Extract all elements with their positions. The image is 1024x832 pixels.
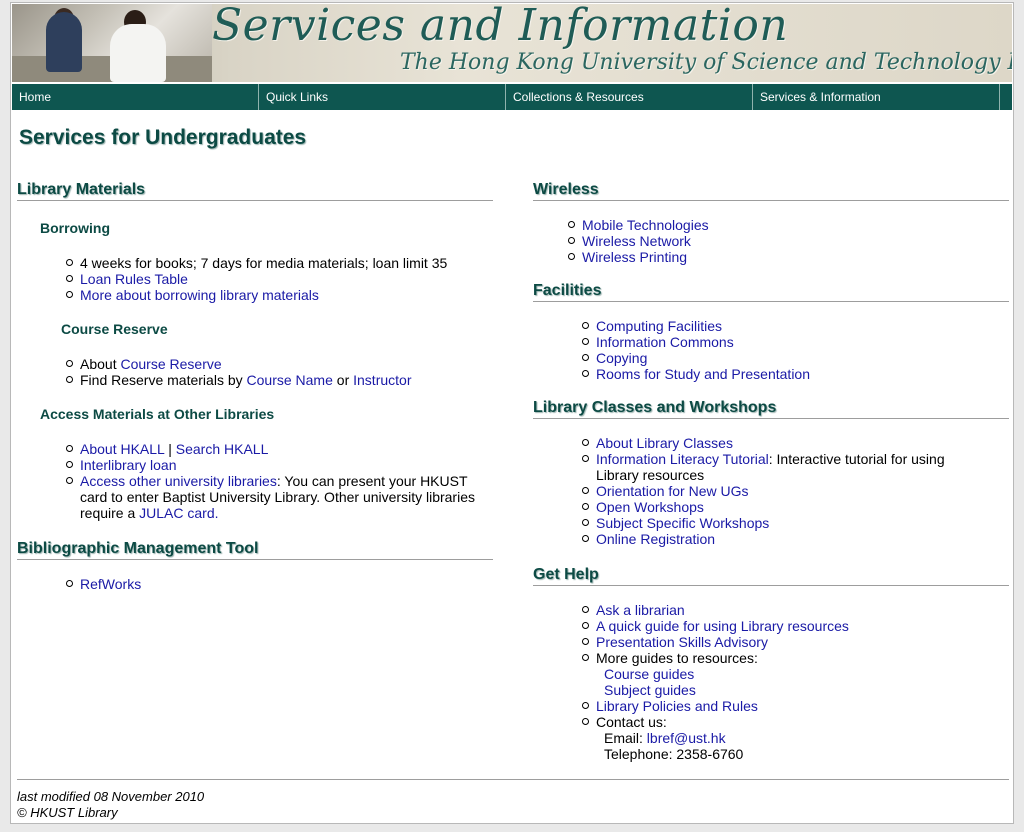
policies-link[interactable]: Library Policies and Rules xyxy=(596,698,758,714)
classes-list: About Library Classes Information Litera… xyxy=(582,435,966,547)
banner-photo xyxy=(12,4,212,82)
about-classes-link[interactable]: About Library Classes xyxy=(596,435,733,451)
list-item: Subject Specific Workshops xyxy=(582,515,966,531)
telephone-text: Telephone: 2358-6760 xyxy=(604,746,744,762)
presentation-skills-link[interactable]: Presentation Skills Advisory xyxy=(596,634,768,650)
list-item: About Course Reserve xyxy=(66,356,493,372)
ilt-link[interactable]: Information Literacy Tutorial xyxy=(596,451,769,467)
nav-quick-links[interactable]: Quick Links xyxy=(259,84,506,110)
access-other-libraries-link[interactable]: Access other university libraries xyxy=(80,473,277,489)
list-item: More guides to resources: Course guides … xyxy=(582,650,1009,698)
list-item: Contact us: Email: lbref@ust.hk Telephon… xyxy=(582,714,1009,762)
list-item: Loan Rules Table xyxy=(66,271,493,287)
right-column: Wireless Mobile Technologies Wireless Ne… xyxy=(533,180,1009,762)
nav-services-information[interactable]: Services & Information xyxy=(753,84,1000,110)
julac-card-link[interactable]: JULAC card. xyxy=(139,505,218,521)
banner-title: Services and Information xyxy=(212,4,789,51)
search-hkall-link[interactable]: Search HKALL xyxy=(176,441,269,457)
other-libraries-list: About HKALL | Search HKALL Interlibrary … xyxy=(66,441,480,521)
copyright: © HKUST Library xyxy=(17,805,118,820)
list-item: A quick guide for using Library resource… xyxy=(582,618,1009,634)
wireless-list: Mobile Technologies Wireless Network Wir… xyxy=(568,217,1009,265)
list-item: Online Registration xyxy=(582,531,966,547)
list-item: About Library Classes xyxy=(582,435,966,451)
nav-home[interactable]: Home xyxy=(12,84,259,110)
quick-guide-link[interactable]: A quick guide for using Library resource… xyxy=(596,618,849,634)
subsection-course-reserve: Course Reserve xyxy=(61,321,168,337)
list-item: Orientation for New UGs xyxy=(582,483,966,499)
section-classes: Library Classes and Workshops xyxy=(533,398,1009,419)
list-item: Find Reserve materials by Course Name or… xyxy=(66,372,493,388)
list-item: Copying xyxy=(582,350,1009,366)
course-reserve-list: About Course Reserve Find Reserve materi… xyxy=(66,356,493,388)
list-item: More about borrowing library materials xyxy=(66,287,493,303)
list-item: 4 weeks for books; 7 days for media mate… xyxy=(66,255,493,271)
loan-rules-link[interactable]: Loan Rules Table xyxy=(80,271,188,287)
list-item: Information Commons xyxy=(582,334,1009,350)
list-item: Open Workshops xyxy=(582,499,966,515)
banner-subtitle: The Hong Kong University of Science and … xyxy=(400,50,1012,75)
orientation-link[interactable]: Orientation for New UGs xyxy=(596,483,749,499)
list-item: Rooms for Study and Presentation xyxy=(582,366,1009,382)
bibliographic-list: RefWorks xyxy=(66,576,493,592)
computing-facilities-link[interactable]: Computing Facilities xyxy=(596,318,722,334)
course-reserve-link[interactable]: Course Reserve xyxy=(120,356,221,372)
list-item: Access other university libraries: You c… xyxy=(66,473,480,521)
main-nav: Home Quick Links Collections & Resources… xyxy=(12,84,1012,110)
list-item: Presentation Skills Advisory xyxy=(582,634,1009,650)
subject-workshops-link[interactable]: Subject Specific Workshops xyxy=(596,515,769,531)
instructor-link[interactable]: Instructor xyxy=(353,372,411,388)
list-item: Information Literacy Tutorial: Interacti… xyxy=(582,451,966,483)
banner: Services and Information The Hong Kong U… xyxy=(12,4,1012,82)
subsection-borrowing: Borrowing xyxy=(40,220,110,236)
subsection-other-libraries: Access Materials at Other Libraries xyxy=(40,406,275,422)
wireless-network-link[interactable]: Wireless Network xyxy=(582,233,691,249)
course-name-link[interactable]: Course Name xyxy=(247,372,333,388)
list-item: About HKALL | Search HKALL xyxy=(66,441,480,457)
list-item: Interlibrary loan xyxy=(66,457,480,473)
email-link[interactable]: lbref@ust.hk xyxy=(647,730,726,746)
copying-link[interactable]: Copying xyxy=(596,350,647,366)
nav-collections-resources[interactable]: Collections & Resources xyxy=(506,84,753,110)
list-item: Ask a librarian xyxy=(582,602,1009,618)
help-list: Ask a librarian A quick guide for using … xyxy=(582,602,1009,762)
course-guides-link[interactable]: Course guides xyxy=(604,666,694,682)
section-facilities: Facilities xyxy=(533,281,1009,302)
rooms-link[interactable]: Rooms for Study and Presentation xyxy=(596,366,810,382)
interlibrary-loan-link[interactable]: Interlibrary loan xyxy=(80,457,177,473)
subject-guides-link[interactable]: Subject guides xyxy=(604,682,696,698)
section-library-materials: Library Materials xyxy=(17,180,493,201)
borrowing-more-link[interactable]: More about borrowing library materials xyxy=(80,287,319,303)
facilities-list: Computing Facilities Information Commons… xyxy=(582,318,1009,382)
section-wireless: Wireless xyxy=(533,180,1009,201)
online-registration-link[interactable]: Online Registration xyxy=(596,531,715,547)
list-item: RefWorks xyxy=(66,576,493,592)
section-get-help: Get Help xyxy=(533,565,1009,586)
about-hkall-link[interactable]: About HKALL xyxy=(80,441,164,457)
list-item: Computing Facilities xyxy=(582,318,1009,334)
page-title: Services for Undergraduates xyxy=(19,126,307,149)
left-column: Library Materials Borrowing 4 weeks for … xyxy=(17,180,493,592)
mobile-technologies-link[interactable]: Mobile Technologies xyxy=(582,217,709,233)
footer-divider xyxy=(17,779,1009,780)
information-commons-link[interactable]: Information Commons xyxy=(596,334,734,350)
list-item: Library Policies and Rules xyxy=(582,698,1009,714)
ask-librarian-link[interactable]: Ask a librarian xyxy=(596,602,685,618)
list-item: Wireless Printing xyxy=(568,249,1009,265)
wireless-printing-link[interactable]: Wireless Printing xyxy=(582,249,687,265)
open-workshops-link[interactable]: Open Workshops xyxy=(596,499,704,515)
list-item: Mobile Technologies xyxy=(568,217,1009,233)
refworks-link[interactable]: RefWorks xyxy=(80,576,141,592)
section-bibliographic: Bibliographic Management Tool xyxy=(17,539,493,560)
borrowing-list: 4 weeks for books; 7 days for media mate… xyxy=(66,255,493,303)
list-item: Wireless Network xyxy=(568,233,1009,249)
last-modified: last modified 08 November 2010 xyxy=(17,789,205,804)
footer: last modified 08 November 2010 © HKUST L… xyxy=(17,789,204,821)
